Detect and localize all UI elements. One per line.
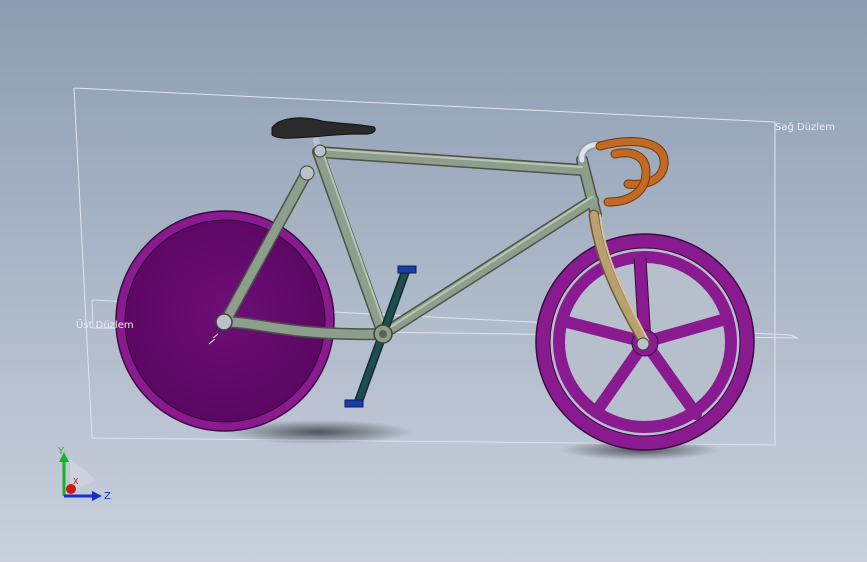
z-axis-label: Z [104, 491, 111, 502]
x-axis-label: X [73, 477, 79, 486]
y-axis-label: Y [57, 446, 65, 457]
top-plane-label[interactable]: Üst Düzlem [76, 320, 134, 331]
bicycle-model-scene[interactable] [0, 0, 867, 562]
graphics-viewport[interactable]: Sağ Düzlem Üst Düzlem Y Z X [0, 0, 867, 562]
right-plane-label[interactable]: Sağ Düzlem [775, 122, 835, 133]
orientation-triad: Y Z X [57, 446, 111, 502]
